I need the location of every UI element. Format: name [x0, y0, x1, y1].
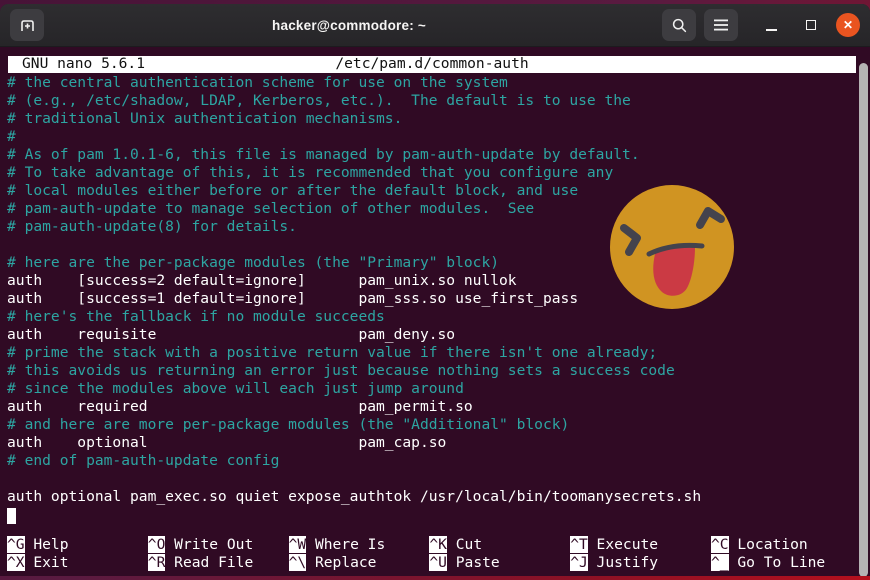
window-title: hacker@commodore: ~ [44, 18, 654, 33]
terminal-line: # traditional Unix authentication mechan… [7, 110, 701, 128]
shortcut-hint: ^O Write Out [148, 536, 289, 554]
terminal-line: # this avoids us returning an error just… [7, 362, 701, 380]
shortcut-key: ^C [711, 536, 729, 553]
terminal-line: # the central authentication scheme for … [7, 74, 701, 92]
shortcut-label: Help [25, 536, 69, 553]
shortcut-label: Go To Line [729, 554, 826, 571]
terminal-line: # and here are more per-package modules … [7, 416, 701, 434]
shortcut-hint: ^_ Go To Line [711, 554, 852, 572]
close-button[interactable]: ✕ [836, 13, 860, 37]
minimize-icon [766, 29, 777, 31]
shortcut-hint: ^K Cut [429, 536, 570, 554]
terminal-line [7, 236, 701, 254]
shortcut-hint: ^R Read File [148, 554, 289, 572]
shortcut-hint: ^\ Replace [289, 554, 430, 572]
shortcut-key: ^_ [711, 554, 729, 571]
terminal-line: # [7, 128, 701, 146]
shortcut-label: Cut [447, 536, 482, 553]
shortcut-hint: ^C Location [711, 536, 852, 554]
terminal-line: # (e.g., /etc/shadow, LDAP, Kerberos, et… [7, 92, 701, 110]
editor-content: # the central authentication scheme for … [7, 74, 701, 506]
shortcut-hint: ^T Execute [570, 536, 711, 554]
search-button[interactable] [662, 9, 696, 41]
shortcut-label: Exit [25, 554, 69, 571]
scrollbar[interactable] [859, 63, 868, 576]
text-cursor [7, 508, 16, 524]
terminal-line: auth required pam_permit.so [7, 398, 701, 416]
shortcut-label: Justify [588, 554, 658, 571]
menu-button[interactable] [704, 9, 738, 41]
shortcut-label: Location [729, 536, 808, 553]
nano-titlebar: GNU nano 5.6.1 /etc/pam.d/common-auth [8, 56, 856, 73]
shortcut-label: Write Out [165, 536, 253, 553]
shortcut-key: ^K [429, 536, 447, 553]
terminal-line: # local modules either before or after t… [7, 182, 701, 200]
maximize-button[interactable] [798, 12, 824, 38]
terminal-line: # pam-auth-update(8) for details. [7, 218, 701, 236]
new-tab-button[interactable] [10, 9, 44, 41]
tongue-out-emoji-sticker [606, 180, 738, 312]
titlebar[interactable]: hacker@commodore: ~ [0, 4, 870, 47]
search-icon [671, 17, 688, 34]
terminal-screen[interactable]: GNU nano 5.6.1 /etc/pam.d/common-auth # … [0, 47, 870, 576]
shortcut-key: ^J [570, 554, 588, 571]
new-tab-icon [19, 17, 36, 34]
shortcut-label: Execute [588, 536, 658, 553]
desktop-background: hacker@commodore: ~ [0, 0, 870, 580]
titlebar-controls: ✕ [654, 9, 860, 41]
terminal-line [7, 470, 701, 488]
shortcut-label: Replace [306, 554, 376, 571]
terminal-line: # here are the per-package modules (the … [7, 254, 701, 272]
shortcut-hint: ^J Justify [570, 554, 711, 572]
close-icon: ✕ [843, 18, 853, 32]
terminal-line: # here's the fallback if no module succe… [7, 308, 701, 326]
shortcut-key: ^W [289, 536, 307, 553]
terminal-window: hacker@commodore: ~ [0, 4, 870, 576]
shortcut-hint: ^U Paste [429, 554, 570, 572]
terminal-line: auth [success=1 default=ignore] pam_sss.… [7, 290, 701, 308]
shortcut-hint: ^W Where Is [289, 536, 430, 554]
terminal-line: # To take advantage of this, it is recom… [7, 164, 701, 182]
shortcut-label: Read File [165, 554, 253, 571]
minimize-button[interactable] [758, 12, 784, 38]
nano-file-path: /etc/pam.d/common-auth [8, 55, 856, 73]
hamburger-menu-icon [713, 18, 729, 32]
shortcut-key: ^G [7, 536, 25, 553]
shortcut-key: ^T [570, 536, 588, 553]
shortcut-key: ^U [429, 554, 447, 571]
shortcut-key: ^R [148, 554, 166, 571]
shortcut-key: ^O [148, 536, 166, 553]
maximize-icon [806, 20, 816, 30]
shortcut-key: ^\ [289, 554, 307, 571]
shortcut-key: ^X [7, 554, 25, 571]
shortcut-hint: ^G Help [7, 536, 148, 554]
terminal-line: auth optional pam_cap.so [7, 434, 701, 452]
terminal-line: auth [success=2 default=ignore] pam_unix… [7, 272, 701, 290]
terminal-line: # since the modules above will each just… [7, 380, 701, 398]
nano-shortcuts: ^G Help^O Write Out^W Where Is^K Cut^T E… [7, 536, 852, 572]
shortcut-label: Paste [447, 554, 500, 571]
terminal-line: # end of pam-auth-update config [7, 452, 701, 470]
terminal-line: auth requisite pam_deny.so [7, 326, 701, 344]
terminal-line: # prime the stack with a positive return… [7, 344, 701, 362]
terminal-line: auth optional pam_exec.so quiet expose_a… [7, 488, 701, 506]
shortcut-hint: ^X Exit [7, 554, 148, 572]
terminal-line: # As of pam 1.0.1-6, this file is manage… [7, 146, 701, 164]
shortcut-label: Where Is [306, 536, 385, 553]
terminal-line: # pam-auth-update to manage selection of… [7, 200, 701, 218]
